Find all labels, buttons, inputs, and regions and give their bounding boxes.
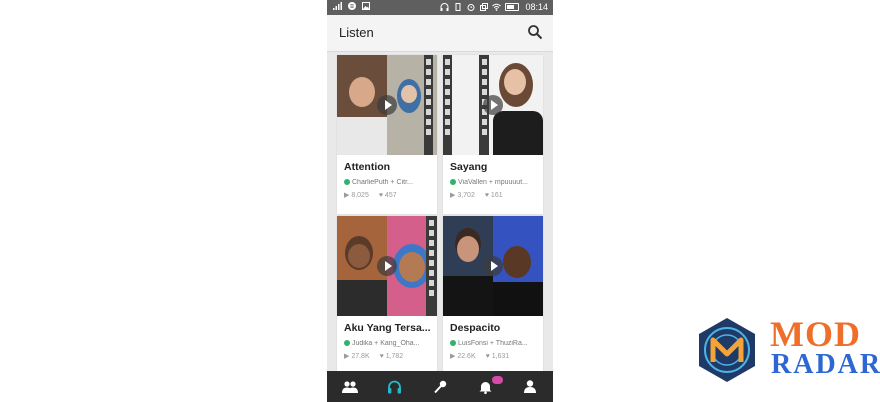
plays-count: ▶ 8,025 [344, 192, 369, 199]
song-title: Aku Yang Tersa... [344, 322, 430, 334]
song-artists: CharliePuth + Citr... [344, 179, 430, 186]
status-bar: 08:14 [327, 0, 553, 15]
app-bar: Listen [327, 15, 553, 52]
likes-count: ♥ 1,631 [485, 353, 510, 360]
phone-screen: 08:14 Listen Attention CharliePuth + Cit [327, 0, 553, 402]
verified-icon [450, 179, 456, 186]
spotify-icon [347, 2, 356, 11]
plays-count: ▶ 22.6K [450, 353, 476, 360]
play-button[interactable] [377, 95, 397, 115]
song-card[interactable]: Aku Yang Tersa... Judika + Kang_Oha... ▶… [337, 216, 437, 375]
verified-icon [344, 340, 350, 347]
play-button[interactable] [377, 256, 397, 276]
likes-count: ♥ 1,782 [379, 353, 404, 360]
plays-count: ▶ 3,702 [450, 192, 475, 199]
song-title: Attention [344, 161, 391, 173]
song-card[interactable]: Attention CharliePuth + Citr... ▶ 8,025 … [337, 55, 437, 214]
bottom-nav [327, 371, 553, 402]
song-thumbnail[interactable] [337, 55, 437, 155]
song-card[interactable]: Despacito LuisFonsi + ThuziRa... ▶ 22.6K… [443, 216, 543, 375]
profile-icon[interactable] [508, 371, 553, 402]
song-grid: Attention CharliePuth + Citr... ▶ 8,025 … [327, 52, 553, 375]
play-button[interactable] [483, 256, 503, 276]
song-artists: LuisFonsi + ThuziRa... [450, 340, 536, 347]
search-icon[interactable] [527, 24, 543, 40]
vibrate-icon [453, 2, 462, 12]
clock: 08:14 [525, 2, 548, 12]
song-card[interactable]: Sayang ViaVallen + mpuuuut... ▶ 3,702 ♥ … [443, 55, 543, 214]
notification-badge [491, 376, 503, 384]
song-thumbnail[interactable] [337, 216, 437, 316]
headphones-icon[interactable] [372, 371, 417, 402]
song-artists: Judika + Kang_Oha... [344, 340, 430, 347]
song-title: Despacito [450, 322, 501, 334]
wifi-icon [492, 3, 502, 12]
signal-icon [333, 2, 342, 11]
song-title: Sayang [450, 161, 488, 173]
headset-icon [440, 2, 449, 12]
verified-icon [450, 340, 456, 347]
song-stats: ▶ 8,025 ♥ 457 [344, 191, 430, 199]
likes-count: ♥ 161 [484, 192, 503, 199]
verified-icon [344, 179, 350, 186]
watermark-radar: RADAR [771, 349, 880, 380]
battery-icon [505, 3, 520, 11]
song-stats: ▶ 27.8K ♥ 1,782 [344, 352, 430, 360]
song-stats: ▶ 22.6K ♥ 1,631 [450, 352, 536, 360]
watermark-mod: MOD [770, 314, 861, 354]
play-button[interactable] [483, 95, 503, 115]
song-stats: ▶ 3,702 ♥ 161 [450, 191, 536, 199]
copy-icon [479, 2, 488, 12]
song-thumbnail[interactable] [443, 216, 543, 316]
image-notification-icon [361, 2, 370, 11]
people-icon[interactable] [327, 371, 372, 402]
likes-count: ♥ 457 [378, 192, 397, 199]
microphone-icon[interactable] [417, 371, 462, 402]
alarm-icon [466, 3, 475, 12]
modradar-logo-icon [693, 316, 761, 384]
plays-count: ▶ 27.8K [344, 353, 370, 360]
page-title: Listen [339, 25, 374, 40]
bell-icon[interactable] [463, 371, 508, 402]
song-thumbnail[interactable] [443, 55, 543, 155]
song-artists: ViaVallen + mpuuuut... [450, 179, 536, 186]
